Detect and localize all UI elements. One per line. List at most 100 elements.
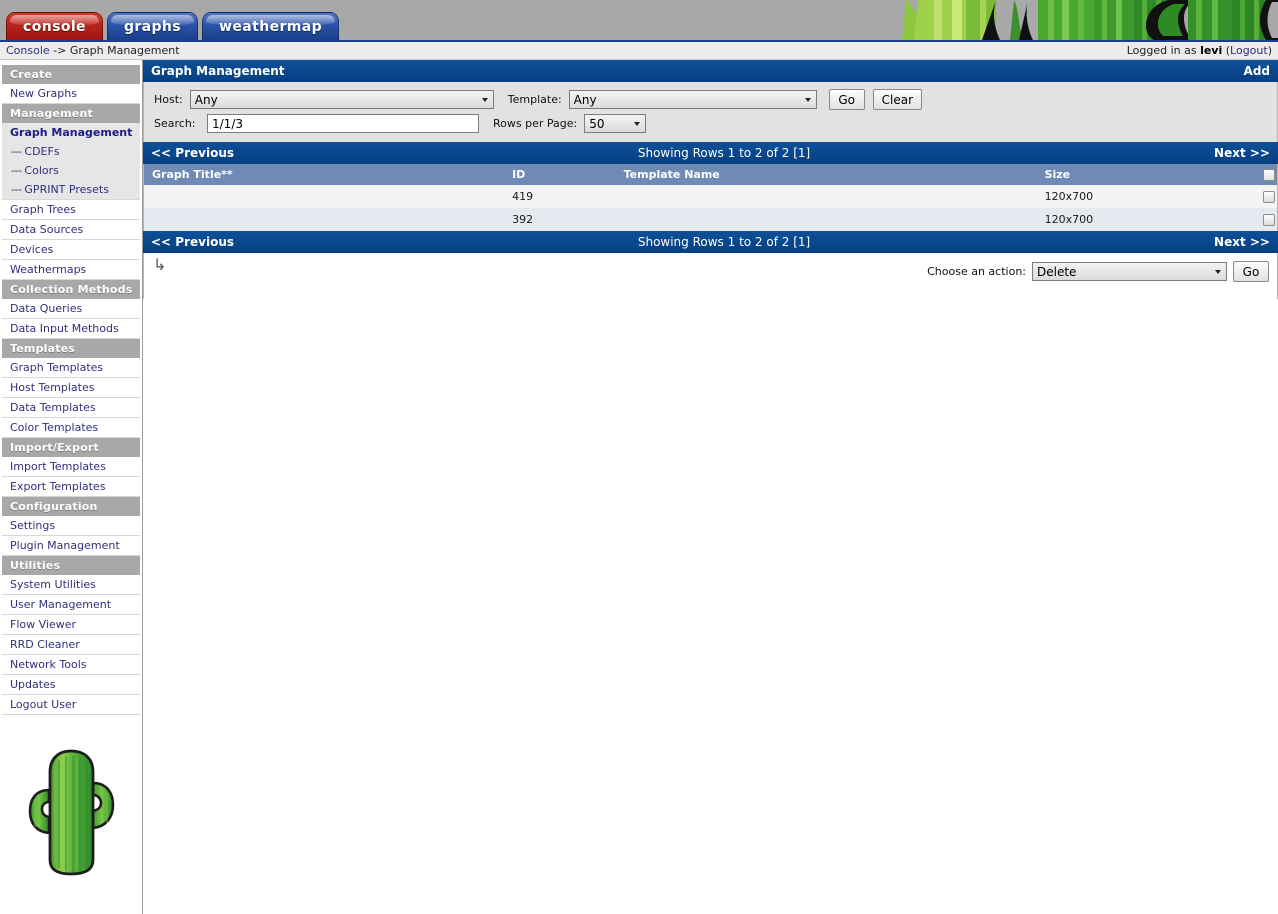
clear-button[interactable]: Clear [872,89,923,110]
cell-row-select[interactable] [1254,208,1277,231]
sidebar-item-user-management[interactable]: User Management [2,595,140,615]
tab-weathermap[interactable]: weathermap [202,12,340,40]
sidebar-item-color-templates[interactable]: Color Templates [2,418,140,438]
sidebar-item-logout-user[interactable]: Logout User [2,695,140,715]
page-title: Graph Management [151,64,285,78]
sidebar-item-rrd-cleaner[interactable]: RRD Cleaner [2,635,140,655]
main-tabs[interactable]: console graphs weathermap [6,12,340,40]
cell-graph-title[interactable] [144,208,505,231]
breadcrumb: Console -> Graph Management [6,44,180,57]
sidebar-item-colors[interactable]: --- Colors [2,161,140,180]
cell-size: 120x700 [1036,208,1255,231]
previous-link-bottom[interactable]: << Previous [151,235,234,249]
sidebar-item-cdefs[interactable]: --- CDEFs [2,142,140,161]
banner-cactus-art [888,0,1278,40]
sidebar-item-gprint-presets[interactable]: --- GPRINT Presets [2,180,140,199]
nav-section-management: Management Graph Management --- CDEFs --… [2,104,140,280]
sidebar-item-data-input-methods[interactable]: Data Input Methods [2,319,140,339]
sidebar-item-updates[interactable]: Updates [2,675,140,695]
next-link-top[interactable]: Next >> [1214,146,1270,160]
search-input[interactable] [207,114,479,133]
table-row[interactable]: 419 120x700 [144,185,1277,208]
nav-header-collection-methods: Collection Methods [2,280,140,299]
pager-top: << Previous Showing Rows 1 to 2 of 2 [1]… [143,142,1278,164]
sidebar-item-new-graphs[interactable]: New Graphs [2,84,140,104]
go-button[interactable]: Go [828,89,865,110]
sidebar-item-flow-viewer[interactable]: Flow Viewer [2,615,140,635]
cell-template-name [615,208,1037,231]
table-row[interactable]: 392 120x700 [144,208,1277,231]
tab-graphs[interactable]: graphs [106,12,199,40]
nav-active-group: Graph Management --- CDEFs --- Colors --… [2,123,140,200]
column-header-template-name[interactable]: Template Name [615,164,1037,185]
nav-header-templates: Templates [2,339,140,358]
column-header-select-all[interactable] [1254,164,1277,185]
sidebar-item-export-templates[interactable]: Export Templates [2,477,140,497]
sidebar-item-host-templates[interactable]: Host Templates [2,378,140,398]
logout-link[interactable]: Logout [1230,44,1268,57]
action-select-wrapper[interactable]: Delete [1032,262,1227,281]
bulk-action-bar: Choose an action: Delete Go [927,261,1269,282]
nav-section-configuration: Configuration Settings Plugin Management [2,497,140,556]
sidebar-item-data-queries[interactable]: Data Queries [2,299,140,319]
select-all-checkbox[interactable] [1262,169,1275,181]
cell-row-select[interactable] [1254,185,1277,208]
table-footer-area: ↳ Choose an action: Delete Go [143,253,1278,299]
showing-rows-top: Showing Rows 1 to 2 of 2 [1] [637,146,811,160]
sidebar-item-system-utilities[interactable]: System Utilities [2,575,140,595]
host-label: Host: [154,93,183,106]
results-table-container: Graph Title** ID Template Name Size 419 [143,164,1278,231]
sidebar-item-graph-trees[interactable]: Graph Trees [2,200,140,220]
cell-size: 120x700 [1036,185,1255,208]
sidebar-item-data-templates[interactable]: Data Templates [2,398,140,418]
filter-panel: Host: Any Template: Any Go Clear Search: [143,82,1278,142]
sidebar-item-plugin-management[interactable]: Plugin Management [2,536,140,556]
cell-id: 419 [504,185,616,208]
sidebar-item-weathermaps[interactable]: Weathermaps [2,260,140,280]
sidebar-item-data-sources[interactable]: Data Sources [2,220,140,240]
sidebar-item-graph-templates[interactable]: Graph Templates [2,358,140,378]
page-body: Create New Graphs Management Graph Manag… [0,60,1278,914]
main-content: Graph Management Add Host: Any Template:… [143,60,1278,914]
nav-section-import-export: Import/Export Import Templates Export Te… [2,438,140,497]
sidebar-item-cdefs-label: CDEFs [24,145,60,158]
column-header-id[interactable]: ID [504,164,616,185]
row-checkbox[interactable] [1262,191,1275,203]
host-select[interactable]: Any [189,90,494,109]
action-go-button[interactable]: Go [1233,261,1269,282]
choose-action-label: Choose an action: [927,265,1026,278]
previous-link-top[interactable]: << Previous [151,146,234,160]
template-select[interactable]: Any [568,90,817,109]
nav-header-management: Management [2,104,140,123]
filter-row-host: Host: Any Template: Any Go Clear [144,87,1277,112]
pager-bottom: << Previous Showing Rows 1 to 2 of 2 [1]… [143,231,1278,253]
rows-per-page-select[interactable]: 50 [584,114,647,133]
nav-header-create: Create [2,65,140,84]
sidebar-item-import-templates[interactable]: Import Templates [2,457,140,477]
sidebar-item-network-tools[interactable]: Network Tools [2,655,140,675]
breadcrumb-current: Graph Management [69,44,180,57]
column-header-graph-title[interactable]: Graph Title** [144,164,505,185]
nav-section-collection-methods: Collection Methods Data Queries Data Inp… [2,280,140,339]
breadcrumb-console-link[interactable]: Console [6,44,50,57]
sub-dash-marker: --- [11,145,25,158]
row-checkbox[interactable] [1262,214,1275,226]
nav-header-configuration: Configuration [2,497,140,516]
next-link-bottom[interactable]: Next >> [1214,235,1270,249]
sidebar-item-settings[interactable]: Settings [2,516,140,536]
sidebar-item-graph-management[interactable]: Graph Management [2,123,140,142]
top-banner: console graphs weathermap [0,0,1278,40]
sidebar: Create New Graphs Management Graph Manag… [0,60,143,914]
column-header-size[interactable]: Size [1036,164,1255,185]
cell-graph-title[interactable] [144,185,505,208]
rows-select-wrapper[interactable]: 50 [584,114,647,133]
filter-row-search: Search: Rows per Page: 50 [144,112,1277,135]
template-select-wrapper[interactable]: Any [568,90,817,109]
sidebar-item-devices[interactable]: Devices [2,240,140,260]
cactus-logo-icon [28,749,114,876]
breadcrumb-separator: -> [49,44,70,57]
tab-console[interactable]: console [6,12,103,40]
host-select-wrapper[interactable]: Any [189,90,494,109]
add-link[interactable]: Add [1244,64,1270,78]
action-select[interactable]: Delete [1032,262,1227,281]
